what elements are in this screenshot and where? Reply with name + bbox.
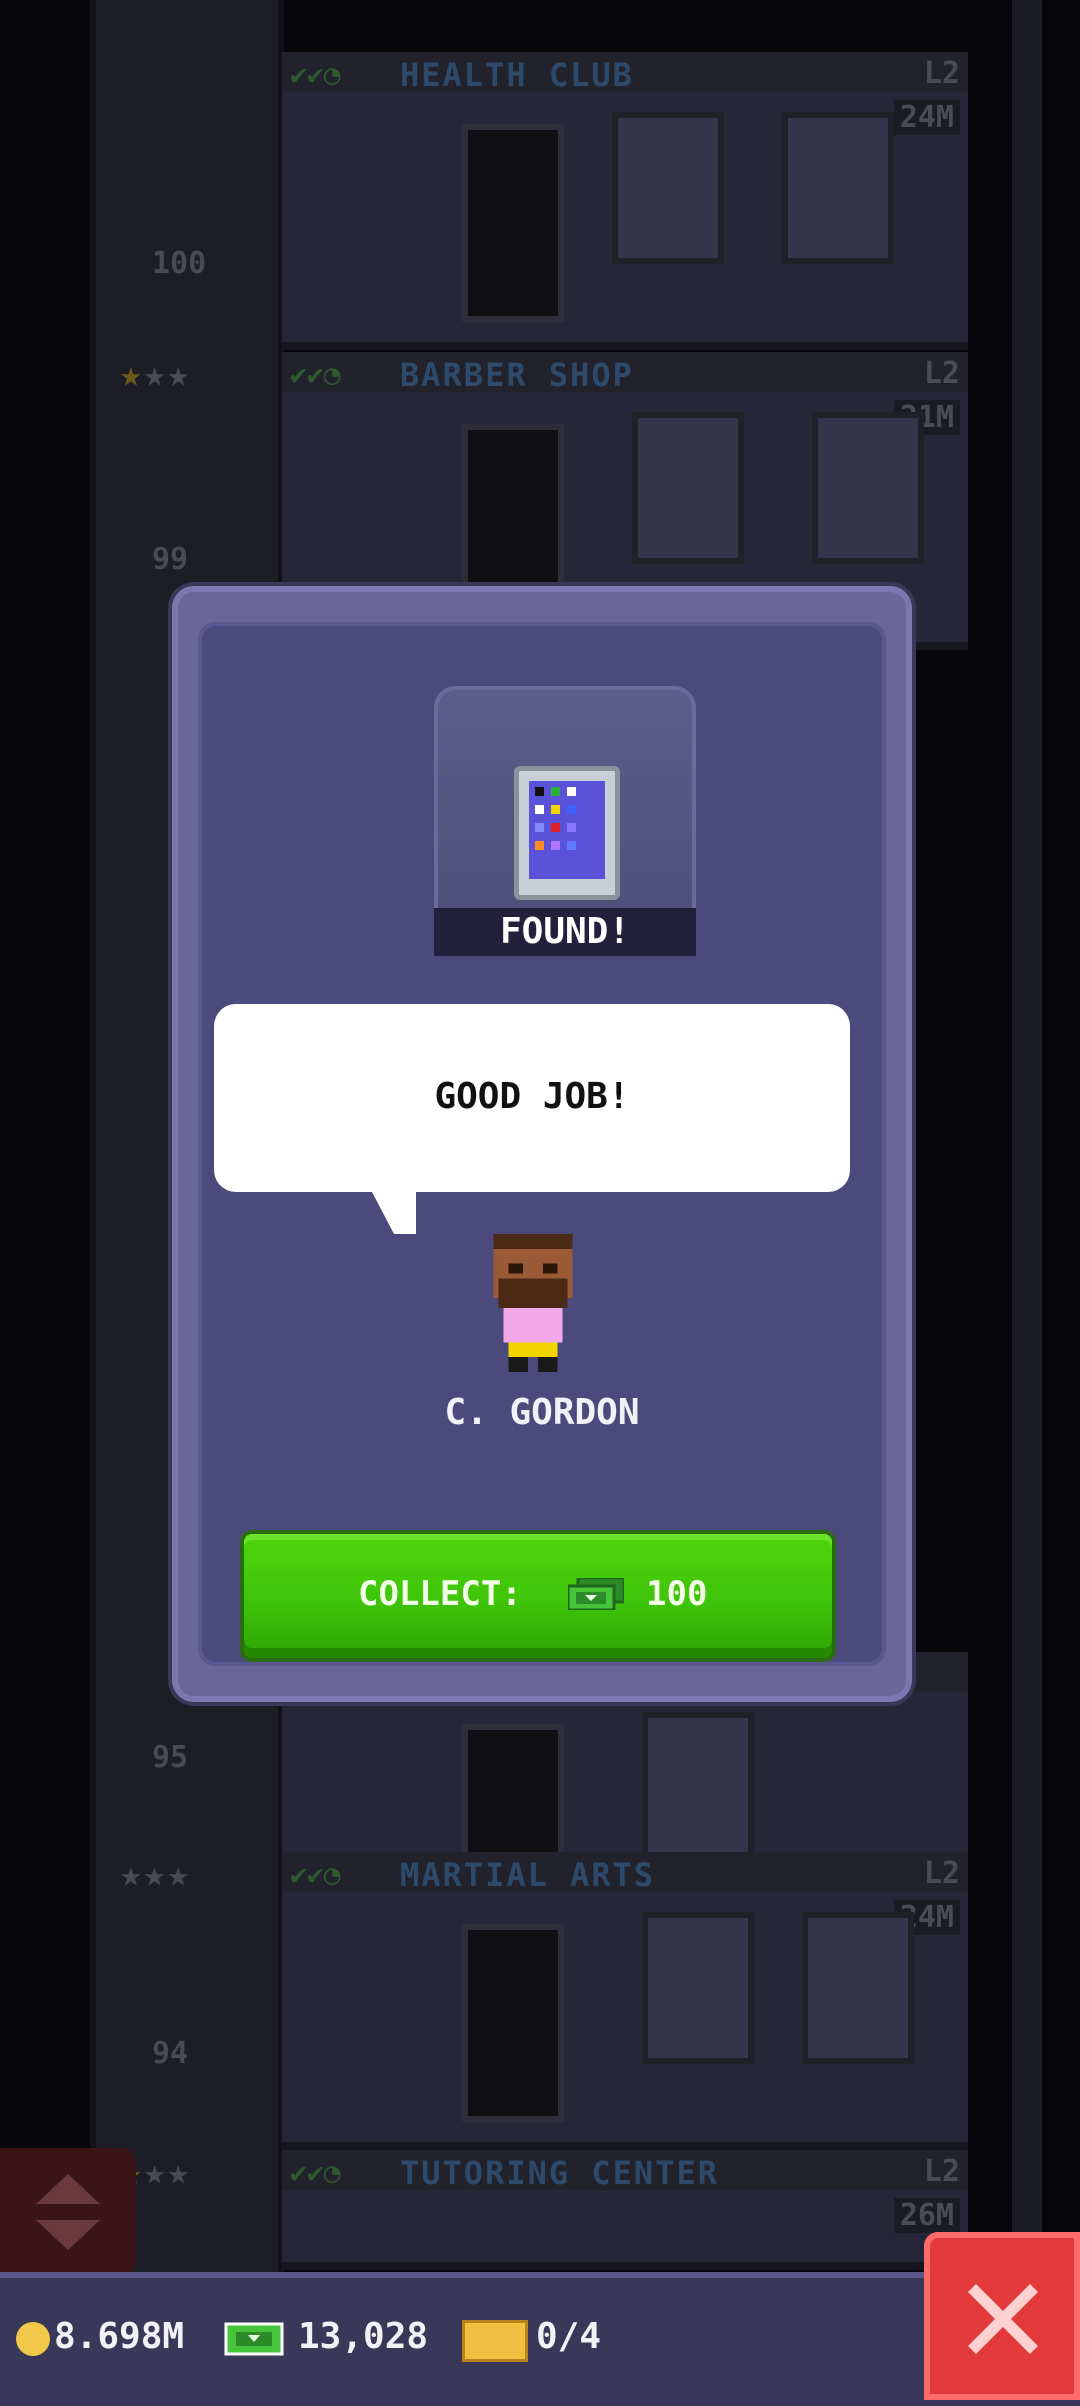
elevator-arrows-icon <box>36 2174 100 2250</box>
bottom-hud: 8.698M 13,028 0/4 <box>0 2272 1080 2406</box>
tickets-count: 0/4 <box>536 2316 602 2357</box>
npc-name: C. GORDON <box>444 1392 640 1433</box>
npc-avatar <box>493 1234 573 1372</box>
found-item-box: FOUND! <box>434 686 696 956</box>
collect-button[interactable]: COLLECT: 100 <box>244 1534 832 1658</box>
close-icon <box>968 2284 1038 2354</box>
dialog-panel: FOUND! GOOD JOB! C. GORDON COLLECT: 100 <box>198 622 886 1666</box>
coins-count: 8.698M <box>54 2316 185 2357</box>
speech-text: GOOD JOB! <box>434 1076 630 1117</box>
speech-bubble-tail <box>372 1192 416 1234</box>
elevator-button[interactable] <box>0 2148 136 2276</box>
bux-count: 13,028 <box>298 2316 429 2357</box>
tower-bux-icon <box>568 1578 624 1610</box>
found-label: FOUND! <box>434 908 696 956</box>
collect-label: COLLECT: <box>358 1574 522 1614</box>
tower-bux-icon <box>224 2322 284 2356</box>
coin-icon <box>16 2322 50 2356</box>
close-button[interactable] <box>924 2232 1080 2400</box>
tablet-icon <box>514 766 620 900</box>
found-item-dialog: FOUND! GOOD JOB! C. GORDON COLLECT: 100 <box>172 586 912 1702</box>
vip-ticket-icon <box>462 2320 528 2362</box>
collect-amount: 100 <box>646 1574 708 1614</box>
speech-bubble: GOOD JOB! <box>214 1004 850 1234</box>
